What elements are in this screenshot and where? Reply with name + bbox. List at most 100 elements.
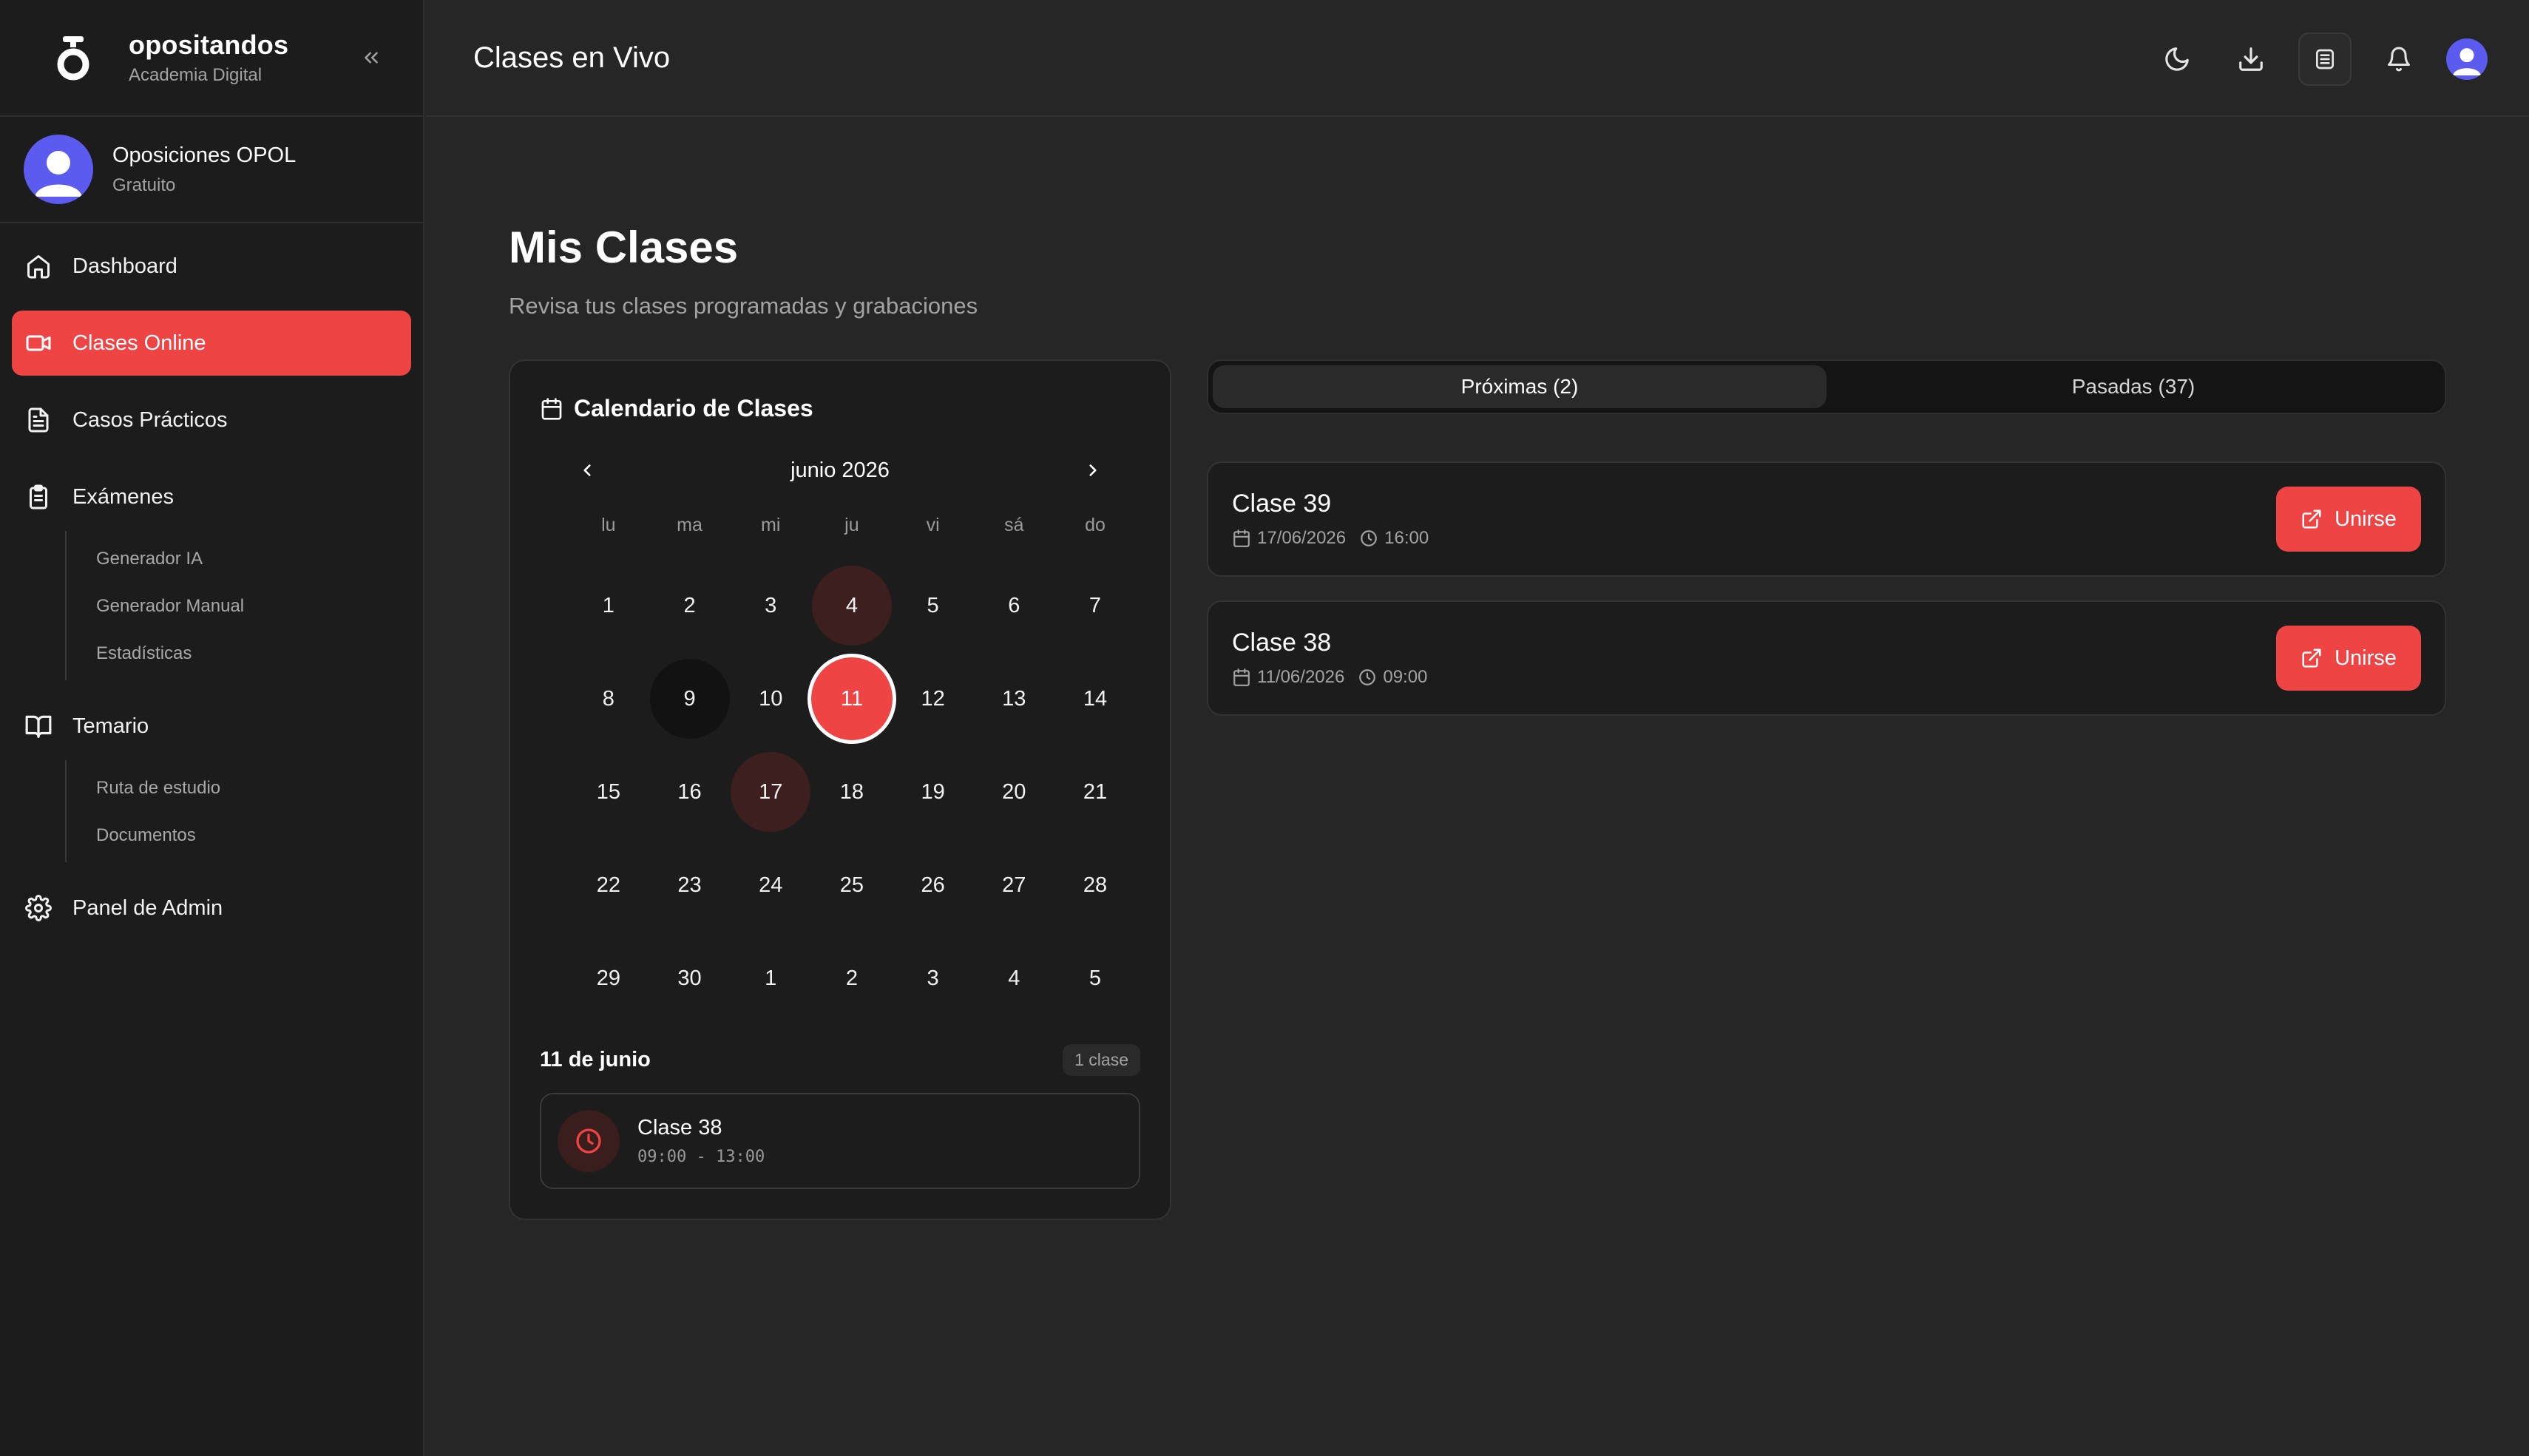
top-header: Clases en Vivo: [426, 0, 2529, 117]
calendar-day[interactable]: 6: [973, 566, 1054, 646]
month-label: junio 2026: [790, 458, 890, 482]
calendar-day[interactable]: 13: [973, 659, 1054, 739]
selected-day-header: 11 de junio 1 clase: [540, 1041, 1140, 1078]
sidebar-item-label: Panel de Admin: [72, 895, 223, 920]
calendar-day[interactable]: 18: [811, 752, 893, 832]
calendar-day-today[interactable]: 9: [649, 659, 731, 739]
calendar-day[interactable]: 23: [649, 845, 731, 925]
month-navigation: junio 2026: [569, 453, 1111, 488]
tab-proximas[interactable]: Próximas (2): [1213, 365, 1826, 408]
sidebar-subitem-estadisticas[interactable]: Estadísticas: [67, 630, 423, 677]
calendar-day[interactable]: 2: [811, 938, 893, 1018]
class-time-range: 09:00 - 13:00: [637, 1148, 765, 1166]
calendar-day-selected[interactable]: 11: [811, 657, 893, 740]
calendar-icon: [540, 397, 563, 421]
clock-icon: [558, 1110, 620, 1172]
classes-tabs: Próximas (2) Pasadas (37): [1207, 359, 2446, 414]
calendar-day-with-class[interactable]: 17: [730, 752, 811, 832]
weekday-label: lu: [601, 515, 616, 535]
next-month-chevron-right-icon[interactable]: [1075, 453, 1111, 488]
calendar-day[interactable]: 28: [1054, 845, 1136, 925]
video-icon: [24, 328, 53, 358]
calendar-day[interactable]: 2: [649, 566, 731, 646]
calendar-day[interactable]: 19: [893, 752, 974, 832]
calendar-day[interactable]: 5: [893, 566, 974, 646]
sidebar-item-label: Dashboard: [72, 254, 177, 278]
collapse-sidebar-icon[interactable]: [355, 41, 387, 74]
join-button-label: Unirse: [2335, 646, 2397, 670]
user-name: Oposiciones OPOL: [112, 143, 297, 167]
home-icon: [24, 251, 53, 281]
calendar-day[interactable]: 26: [893, 845, 974, 925]
download-icon[interactable]: [2224, 33, 2278, 86]
calendar-grid: 1 2 3 4 5 6 7 8 9 10 11 12 13 14 15 16 1…: [568, 559, 1136, 1025]
sidebar-subitem-documentos[interactable]: Documentos: [67, 812, 423, 859]
header-actions: [2130, 33, 2488, 86]
weekday-label: ma: [677, 515, 702, 535]
tab-pasadas[interactable]: Pasadas (37): [1826, 365, 2440, 408]
prev-month-chevron-left-icon[interactable]: [569, 453, 605, 488]
calendar-title: Calendario de Clases: [574, 395, 813, 421]
selected-date: 11 de junio: [540, 1047, 651, 1071]
calendar-day[interactable]: 3: [893, 938, 974, 1018]
bell-icon[interactable]: [2372, 33, 2425, 86]
calendar-day[interactable]: 27: [973, 845, 1054, 925]
calendar-day[interactable]: 7: [1054, 566, 1136, 646]
sidebar-item-clases-online[interactable]: Clases Online: [12, 311, 411, 376]
class-meta: 11/06/2026 09:00: [1232, 667, 1427, 688]
calendar-week: 22 23 24 25 26 27 28: [568, 839, 1136, 932]
calendar-day[interactable]: 24: [730, 845, 811, 925]
class-count-badge: 1 clase: [1063, 1043, 1140, 1076]
brand-name: opositandos: [129, 30, 289, 60]
calendar-day[interactable]: 15: [568, 752, 649, 832]
class-date: 17/06/2026: [1257, 528, 1347, 548]
gear-icon: [24, 893, 53, 923]
calendar-day[interactable]: 3: [730, 566, 811, 646]
join-class-button[interactable]: Unirse: [2276, 626, 2421, 691]
sidebar-item-examenes[interactable]: Exámenes: [12, 464, 411, 529]
sidebar-item-label: Clases Online: [72, 331, 206, 355]
calendar-day[interactable]: 25: [811, 845, 893, 925]
calendar-day[interactable]: 12: [893, 659, 974, 739]
calendar-day[interactable]: 1: [730, 938, 811, 1018]
calendar-day[interactable]: 20: [973, 752, 1054, 832]
brand-subtitle: Academia Digital: [129, 65, 263, 85]
sidebar-subitem-generador-ia[interactable]: Generador IA: [67, 535, 423, 583]
calendar-week: 15 16 17 18 19 20 21: [568, 745, 1136, 839]
join-class-button[interactable]: Unirse: [2276, 487, 2421, 552]
calendar-header: Calendario de Clases: [540, 395, 813, 422]
clock-icon: [1358, 668, 1377, 687]
selected-day-class-item[interactable]: Clase 38 09:00 - 13:00: [540, 1093, 1140, 1189]
sidebar-item-panel-admin[interactable]: Panel de Admin: [12, 876, 411, 941]
header-avatar[interactable]: [2446, 38, 2488, 80]
weekday-label: do: [1085, 515, 1106, 535]
calendar-day[interactable]: 21: [1054, 752, 1136, 832]
calendar-day-with-class[interactable]: 4: [811, 566, 893, 646]
sidebar-subitem-generador-manual[interactable]: Generador Manual: [67, 583, 423, 630]
calendar-day[interactable]: 1: [568, 566, 649, 646]
database-icon[interactable]: [2298, 33, 2352, 86]
calendar-day[interactable]: 4: [973, 938, 1054, 1018]
calendar-day[interactable]: 29: [568, 938, 649, 1018]
opositandos-logo-icon[interactable]: [49, 33, 98, 82]
sidebar-item-dashboard[interactable]: Dashboard: [12, 234, 411, 299]
calendar-week: 1 2 3 4 5 6 7: [568, 559, 1136, 652]
calendar-day[interactable]: 5: [1054, 938, 1136, 1018]
calendar-day[interactable]: 8: [568, 659, 649, 739]
calendar-day[interactable]: 14: [1054, 659, 1136, 739]
sidebar-subitem-ruta-estudio[interactable]: Ruta de estudio: [67, 765, 423, 812]
clock-icon: [1359, 529, 1378, 548]
join-button-label: Unirse: [2335, 507, 2397, 531]
file-text-icon: [24, 405, 53, 435]
calendar-day[interactable]: 16: [649, 752, 731, 832]
calendar-day[interactable]: 30: [649, 938, 731, 1018]
user-profile[interactable]: Oposiciones OPOL Gratuito: [0, 117, 423, 223]
calendar-day[interactable]: 10: [730, 659, 811, 739]
calendar-day[interactable]: 22: [568, 845, 649, 925]
sidebar-item-temario[interactable]: Temario: [12, 694, 411, 759]
theme-toggle-moon-icon[interactable]: [2150, 33, 2204, 86]
calendar-icon: [1232, 529, 1251, 548]
header-title: Clases en Vivo: [473, 41, 671, 74]
page-subtitle: Revisa tus clases programadas y grabacio…: [509, 293, 978, 319]
sidebar-item-casos-practicos[interactable]: Casos Prácticos: [12, 387, 411, 453]
